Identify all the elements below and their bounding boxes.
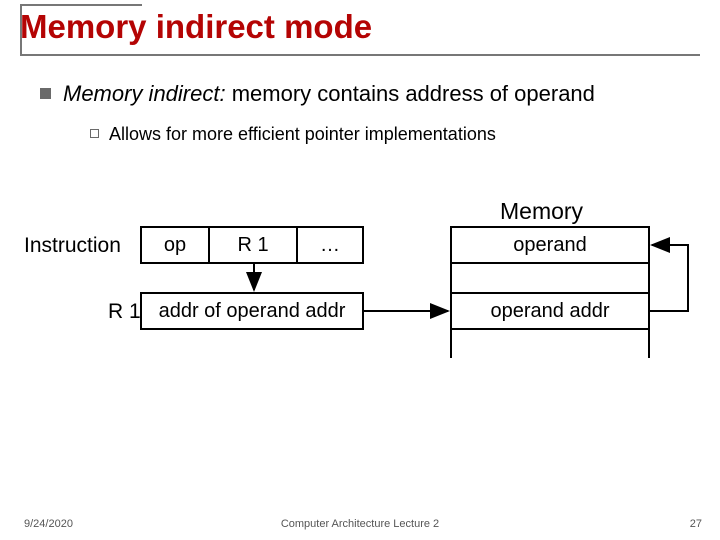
memory-heading: Memory	[500, 198, 583, 225]
bullet-level-1: Memory indirect: memory contains address…	[40, 80, 680, 108]
bullet2-text: Allows for more efficient pointer implem…	[109, 124, 496, 145]
bullet1-term: Memory indirect:	[63, 81, 226, 106]
hollow-square-bullet-icon	[90, 129, 99, 138]
r1-register-label: R 1	[108, 300, 141, 324]
slide-footer: 9/24/2020 Computer Architecture Lecture …	[0, 518, 720, 530]
bullet1-rest: memory contains address of operand	[226, 81, 595, 106]
bullet-level-2: Allows for more efficient pointer implem…	[90, 124, 680, 145]
instruction-label: Instruction	[24, 234, 121, 258]
memory-cell-operand-addr: operand addr	[450, 292, 650, 330]
footer-page: 27	[690, 518, 702, 530]
instruction-ellipsis-cell: …	[298, 226, 364, 264]
memory-cell-operand: operand	[450, 226, 650, 264]
instruction-r1-cell: R 1	[210, 226, 298, 264]
memory-gap-2	[450, 330, 650, 358]
instruction-op-cell: op	[140, 226, 210, 264]
slide-title: Memory indirect mode	[20, 8, 700, 52]
footer-title: Computer Architecture Lecture 2	[0, 518, 720, 530]
instruction-row: op R 1 …	[140, 226, 364, 264]
memory-column: operand operand addr	[450, 226, 650, 358]
memory-gap	[450, 264, 650, 292]
footer-date: 9/24/2020	[24, 518, 73, 530]
square-bullet-icon	[40, 88, 51, 99]
r1-register-box: addr of operand addr	[140, 292, 364, 330]
